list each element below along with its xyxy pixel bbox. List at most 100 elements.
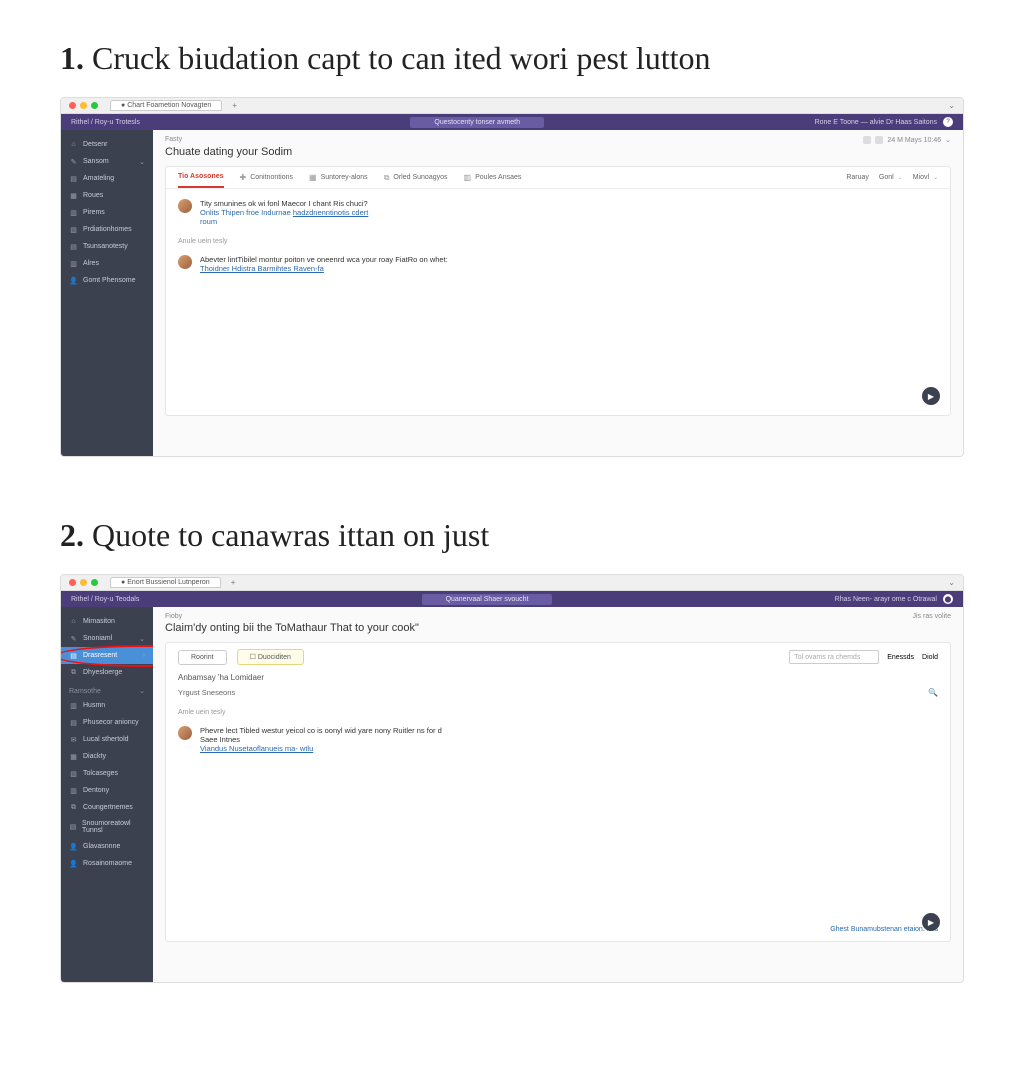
sidebar-item[interactable]: ▤Phusecor anioncy: [61, 714, 153, 731]
content-tab[interactable]: ⧉Orled Sunoagyos: [384, 167, 448, 188]
chevron-down-icon: ⌄: [898, 175, 903, 181]
avatar[interactable]: [178, 199, 192, 213]
tab-icon: ▥: [464, 173, 472, 182]
avatar[interactable]: [178, 255, 192, 269]
tabbar-action[interactable]: Miovl ⌄: [913, 174, 938, 181]
tab-overflow-icon[interactable]: ⌄: [948, 101, 955, 110]
tab-label: Orled Sunoagyos: [393, 174, 447, 181]
brand-breadcrumb[interactable]: Rithel / Roy-u Trotesls: [71, 119, 140, 126]
tab-overflow-icon[interactable]: ⌄: [948, 578, 955, 587]
sidebar-item-label: Gomt Phensome: [83, 277, 136, 284]
meta-text: Jis ras volite: [912, 613, 951, 620]
content-tab[interactable]: ▥Poules Ansaes: [464, 167, 522, 188]
sidebar-item[interactable]: ▥Pirems: [61, 204, 153, 221]
profile-icon[interactable]: ⬤: [943, 594, 953, 604]
avatar[interactable]: [178, 726, 192, 740]
chevron-down-icon: ⌄: [933, 175, 938, 181]
sidebar-item-label: Snoniaml: [83, 635, 112, 642]
sidebar-item[interactable]: ⧉Dhyesloerge: [61, 664, 153, 681]
brand-center-pill[interactable]: Quanervaal Shaer svoucht: [422, 594, 553, 605]
post-link[interactable]: Onlits Thipen froe Indurnae: [200, 208, 291, 217]
zoom-dot-icon[interactable]: [91, 102, 98, 109]
sidebar-item[interactable]: ▤Amateling: [61, 170, 153, 187]
breadcrumb[interactable]: Fasty: [165, 136, 182, 144]
new-tab-icon[interactable]: +: [232, 101, 237, 110]
brand-right-text: Rhas Neen- arayr ome c Otrawal: [835, 596, 937, 603]
new-tab-icon[interactable]: +: [231, 578, 236, 587]
app-brand-bar: Rithel / Roy-u Teodals Quanervaal Shaer …: [61, 591, 963, 607]
sidebar-item-label: Tolcaseges: [83, 770, 118, 777]
sidebar-item[interactable]: ✎Sansom⌄: [61, 153, 153, 170]
sidebar-item-label: Rosainomaome: [83, 860, 132, 867]
sidebar-item[interactable]: ▥Husmn: [61, 697, 153, 714]
tabbar-action[interactable]: Raruay: [846, 174, 869, 181]
sidebar-item[interactable]: ▤Drasresent›: [61, 647, 153, 664]
content-subrow: Yrgust Sneseons: [178, 688, 235, 697]
brand-center-pill[interactable]: Questocenty tonser avmeth: [410, 117, 544, 128]
duplicate-button[interactable]: ☐ Duociditen: [237, 649, 304, 665]
post-link[interactable]: Thoidner Hdistra Barmihtes Raven-fa: [200, 264, 324, 273]
sidebar-item[interactable]: 👤Glavasnnne: [61, 838, 153, 855]
action-link[interactable]: Diold: [922, 654, 938, 661]
sidebar-item[interactable]: ▦Diackty: [61, 748, 153, 765]
sidebar-item[interactable]: ▤Snoumoreatowl Tunnsl: [61, 816, 153, 838]
sidebar-item[interactable]: ▤Tsunsanotesty: [61, 238, 153, 255]
post-link[interactable]: roum: [200, 217, 938, 226]
sidebar-item[interactable]: ⌂Detsenr: [61, 136, 153, 153]
sidebar-item-label: Diackty: [83, 753, 106, 760]
search-input[interactable]: Tol ovams ra chemds: [789, 650, 879, 664]
sidebar-item[interactable]: ✎Snoniaml⌄: [61, 630, 153, 647]
sidebar-item-icon: ▧: [69, 225, 78, 234]
screenshot-1: ● Chart Foametion Novagten + ⌄ Rithel / …: [60, 97, 964, 457]
sidebar-item-icon: ▧: [69, 769, 78, 778]
content-card: Roorint ☐ Duociditen Tol ovams ra chemds…: [165, 642, 951, 942]
sidebar-item[interactable]: ▧Prdiationhomes: [61, 221, 153, 238]
close-dot-icon[interactable]: [69, 579, 76, 586]
sidebar-item[interactable]: 👤 Gomt Phensome: [61, 272, 153, 289]
brand-breadcrumb[interactable]: Rithel / Roy-u Teodals: [71, 596, 139, 603]
post-item: Tity smunines ok wi fonl Maecor I chant …: [166, 189, 950, 226]
sidebar-item-label: Husmn: [83, 702, 105, 709]
sidebar-item-icon: 👤: [69, 276, 78, 285]
play-fab-icon[interactable]: ▶: [922, 387, 940, 405]
breadcrumb[interactable]: Fioby: [165, 613, 182, 620]
sidebar-item[interactable]: ▥Dentony: [61, 782, 153, 799]
print-button[interactable]: Roorint: [178, 650, 227, 665]
minimize-dot-icon[interactable]: [80, 579, 87, 586]
play-fab-icon[interactable]: ▶: [922, 913, 940, 931]
sidebar-item-label: Lucal sthertold: [83, 736, 129, 743]
help-icon[interactable]: ?: [943, 117, 953, 127]
checkbox-icon: ☐: [250, 654, 256, 661]
sidebar-item[interactable]: ▦Roues: [61, 187, 153, 204]
content-subhead: Anbamsay 'ha Lomidaer: [166, 665, 950, 682]
tab-icon: ▦: [309, 173, 317, 182]
sidebar-section-head[interactable]: Ramsothe⌄: [61, 681, 153, 697]
content-tab[interactable]: ✚Conitnontions: [240, 167, 294, 188]
post-link[interactable]: hadzdnenntinotis cdert: [293, 208, 368, 217]
tabbar-action[interactable]: Gonl ⌄: [879, 174, 903, 181]
sidebar-item[interactable]: ✉Lucal sthertold: [61, 731, 153, 748]
post-link[interactable]: Viandus Nusetaoflanueis ma- wtlu: [200, 744, 313, 753]
browser-tab[interactable]: ● Chart Foametion Novagten: [110, 100, 222, 111]
minimize-dot-icon[interactable]: [80, 102, 87, 109]
tab-label: Suntorey-alons: [321, 174, 368, 181]
content-tab[interactable]: ▦ Suntorey-alons: [309, 167, 368, 188]
sidebar-item[interactable]: ▥ Alres: [61, 255, 153, 272]
sidebar-item-icon: ▥: [69, 259, 78, 268]
action-link[interactable]: Enessds: [887, 654, 914, 661]
close-dot-icon[interactable]: [69, 102, 76, 109]
content-tab[interactable]: Tio Asosones: [178, 167, 224, 188]
zoom-dot-icon[interactable]: [91, 579, 98, 586]
sidebar-item-label: Sansom: [83, 158, 109, 165]
sidebar-item-label: Alres: [83, 260, 99, 267]
sidebar-item[interactable]: 👤Rosainomaome: [61, 855, 153, 872]
search-icon[interactable]: 🔍: [928, 688, 938, 697]
footer-link[interactable]: Ghest Bunamubstenan etaion. lors: [830, 926, 938, 933]
sidebar-item[interactable]: ▧ Tolcaseges: [61, 765, 153, 782]
tab-bar: Tio Asosones ✚Conitnontions ▦ Suntorey-alon…: [166, 167, 950, 189]
browser-tab[interactable]: ● Enort Bussienol Lutnperon: [110, 577, 221, 588]
sidebar-item[interactable]: ⌂Mimasiton: [61, 613, 153, 630]
sidebar-item[interactable]: ⧉Coungertnemes: [61, 799, 153, 816]
chevron-down-icon[interactable]: ⌄: [945, 136, 951, 144]
toolbar: Roorint ☐ Duociditen Tol ovams ra chemds…: [166, 643, 950, 665]
